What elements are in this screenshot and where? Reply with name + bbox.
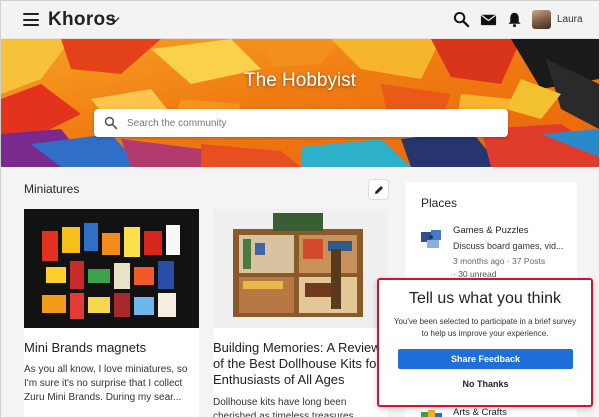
post-title[interactable]: Mini Brands magnets <box>24 340 199 356</box>
hero-banner: The Hobbyist <box>1 39 599 167</box>
survey-title: Tell us what you think <box>408 290 562 307</box>
brand-logo[interactable]: Khoros <box>48 9 116 31</box>
survey-modal: Tell us what you think You've been selec… <box>377 278 593 407</box>
menu-icon[interactable] <box>23 13 39 26</box>
hero-paint-image <box>1 39 599 167</box>
share-feedback-button[interactable]: Share Feedback <box>398 349 573 369</box>
search-bar[interactable] <box>94 109 508 137</box>
chevron-down-icon[interactable] <box>111 15 120 24</box>
no-thanks-button[interactable]: No Thanks <box>398 376 573 392</box>
username[interactable]: Laura <box>557 14 583 25</box>
arts-icon <box>421 410 442 417</box>
places-title: Places <box>421 196 458 210</box>
top-nav-bar: Khoros Laura <box>1 1 599 39</box>
place-link[interactable]: Arts & Crafts <box>453 407 507 417</box>
post-card[interactable]: Mini Brands magnets As you all know, I l… <box>24 209 199 417</box>
puzzle-icon <box>421 230 441 248</box>
survey-description: You've been selected to participate in a… <box>393 317 577 338</box>
search-icon <box>104 116 118 130</box>
search-input[interactable] <box>127 109 497 137</box>
avatar[interactable] <box>532 10 551 29</box>
post-title[interactable]: Building Memories: A Review of the Best … <box>213 340 388 388</box>
post-image <box>213 209 388 328</box>
place-description: Discuss board games, vid... <box>453 241 564 251</box>
search-icon[interactable] <box>453 11 470 28</box>
section-title: Miniatures <box>24 182 80 196</box>
post-image <box>24 209 199 328</box>
edit-button[interactable] <box>368 179 389 200</box>
place-link[interactable]: Games & Puzzles <box>453 225 529 236</box>
app-window: Khoros Laura The Hobbyist Search the com… <box>0 0 600 418</box>
post-excerpt: Dollhouse kits have long been cherished … <box>213 397 357 418</box>
post-card[interactable]: Building Memories: A Review of the Best … <box>213 209 388 418</box>
community-title: The Hobbyist <box>244 70 356 91</box>
place-meta: 3 months ago · 37 Posts <box>453 256 546 266</box>
bell-icon[interactable] <box>506 11 523 28</box>
pencil-icon <box>375 186 383 194</box>
mail-icon[interactable] <box>480 11 497 28</box>
post-excerpt: As you all know, I love miniatures, so I… <box>24 364 188 403</box>
